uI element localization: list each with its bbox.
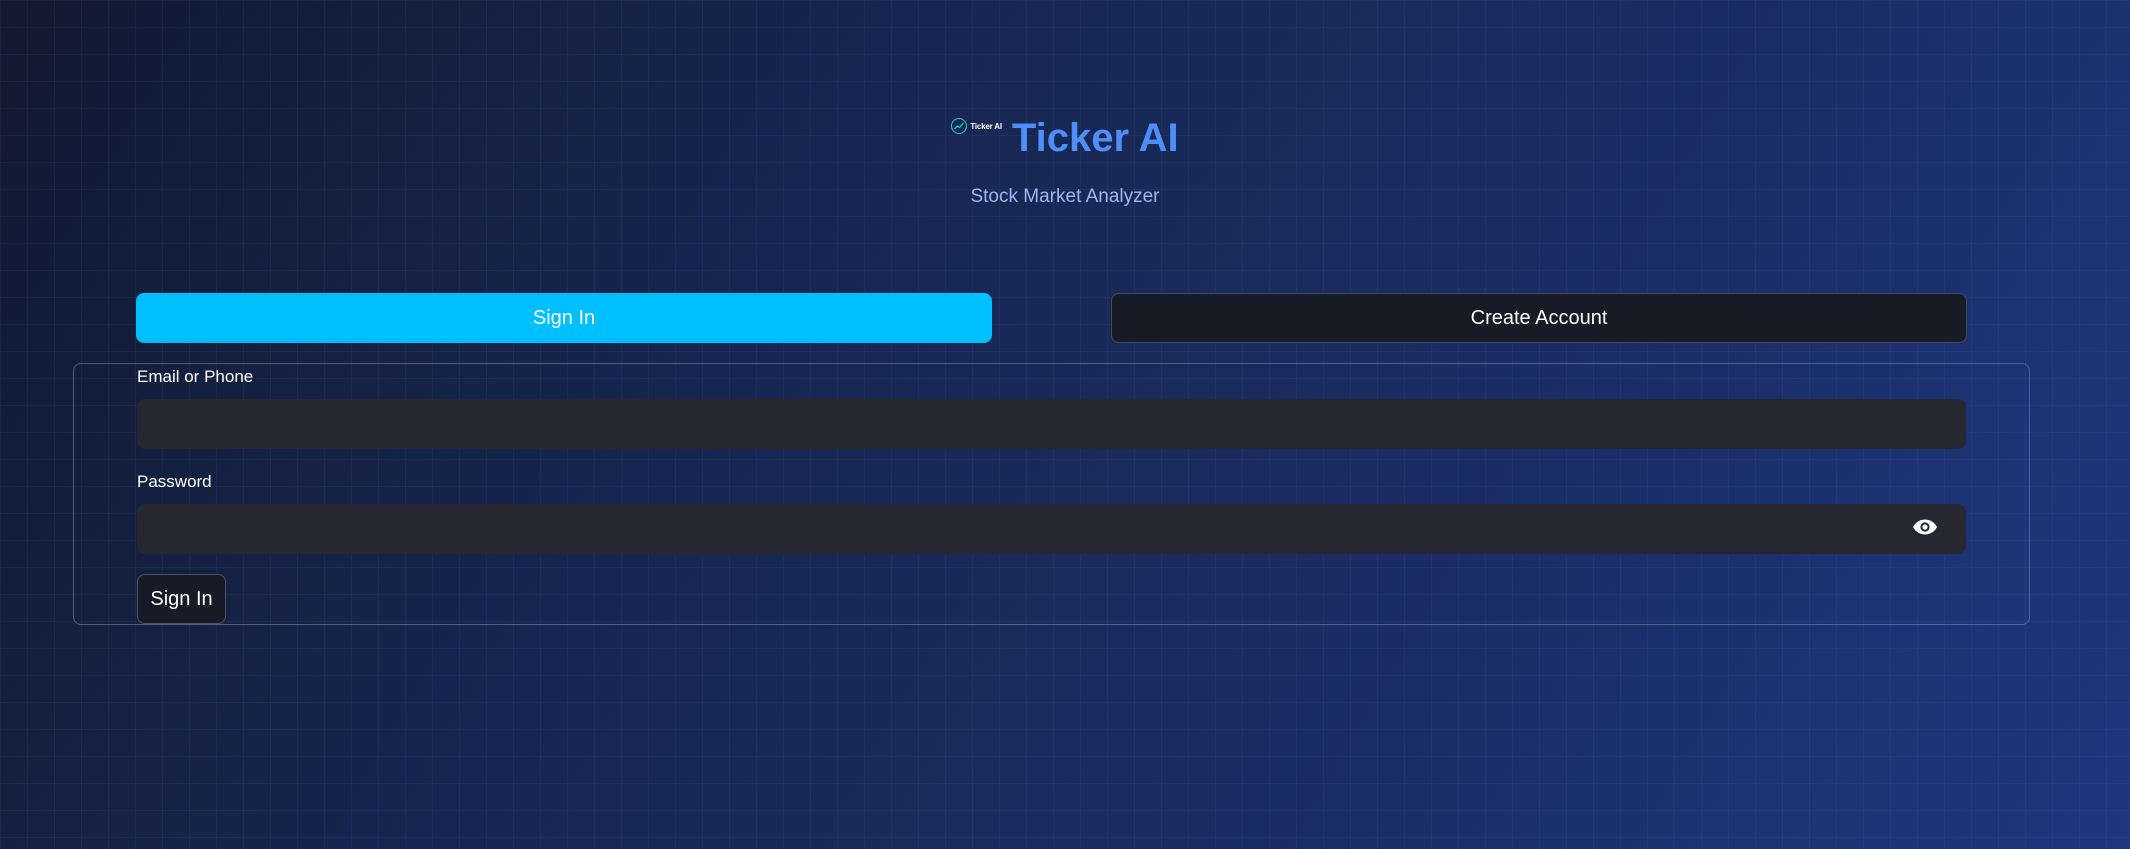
tab-create-account[interactable]: Create Account [1111, 293, 1967, 343]
app-title: Ticker AI [1011, 116, 1179, 160]
eye-icon [1912, 518, 1938, 541]
logo-text: Ticker AI [970, 121, 1002, 131]
sign-in-submit-button[interactable]: Sign In [137, 574, 226, 624]
tab-create-account-label: Create Account [1470, 306, 1608, 329]
app-logo: Ticker AI [951, 118, 1002, 134]
app-subtitle: Stock Market Analyzer [970, 186, 1160, 207]
brand: Ticker AI Ticker AI [951, 110, 1179, 160]
email-label: Email or Phone [137, 367, 254, 386]
tab-sign-in[interactable]: Sign In [136, 293, 992, 343]
tab-sign-in-label: Sign In [532, 306, 596, 329]
password-field[interactable] [137, 504, 1966, 554]
page-header: Ticker AI Ticker AI Stock Market Analyze… [0, 110, 2130, 208]
sign-in-submit-label: Sign In [150, 587, 213, 610]
email-field[interactable] [137, 399, 1966, 449]
show-password-button[interactable] [1910, 514, 1940, 544]
trend-line-icon [951, 118, 968, 134]
password-label: Password [137, 472, 212, 491]
